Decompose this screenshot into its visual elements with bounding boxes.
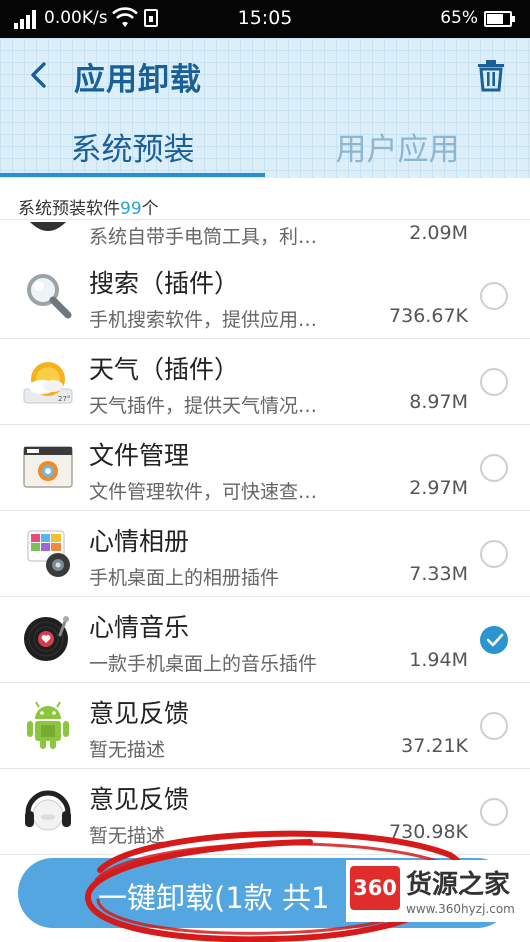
magnifier-icon — [27, 274, 72, 319]
checkmark-icon — [486, 633, 504, 647]
app-description: 暂无描述 — [89, 739, 166, 761]
weather-sun-icon: 27° — [23, 362, 73, 404]
select-radio[interactable] — [480, 368, 508, 396]
active-tab-indicator — [0, 173, 265, 177]
app-size: 1.94M — [409, 649, 468, 671]
app-name: 文件管理 — [89, 441, 190, 470]
status-bar: 0.00K/s 15:05 65% — [0, 0, 530, 38]
app-size: 37.21K — [401, 735, 468, 757]
select-radio[interactable] — [480, 454, 508, 482]
svg-text:27°: 27° — [58, 395, 70, 403]
tab-system-preinstalled[interactable]: 系统预装 — [0, 124, 265, 174]
list-item[interactable]: 27° 天气（插件） 天气插件，提供天气情况… 8.97M — [0, 339, 530, 425]
select-radio[interactable] — [480, 282, 508, 310]
battery-icon — [484, 11, 515, 27]
android-robot-icon — [27, 701, 69, 749]
app-description: 天气插件，提供天气情况… — [89, 395, 318, 417]
page-title: 应用卸载 — [74, 62, 202, 98]
watermark-logo: 360 — [350, 866, 400, 910]
list-summary: 系统预装软件99个 — [0, 178, 530, 220]
watermark-name: 货源之家 — [406, 870, 511, 900]
summary-suffix: 个 — [141, 199, 159, 219]
list-item[interactable]: 搜索（插件） 手机搜索软件，提供应用… 736.67K — [0, 253, 530, 339]
app-name: 心情相册 — [89, 527, 190, 556]
app-description: 系统自带手电筒工具，利… — [89, 226, 318, 248]
list-item[interactable]: 心情相册 手机桌面上的相册插件 7.33M — [0, 511, 530, 597]
select-radio[interactable] — [480, 712, 508, 740]
file-manager-icon — [23, 446, 73, 488]
app-name: 天气（插件） — [89, 355, 240, 384]
summary-label: 系统预装软件 — [18, 199, 120, 219]
list-item[interactable]: 意见反馈 暂无描述 37.21K — [0, 683, 530, 769]
watermark-url: www.360hyzj.com — [406, 902, 515, 916]
tab-user-apps[interactable]: 用户应用 — [265, 124, 530, 174]
select-radio[interactable] — [480, 798, 508, 826]
app-size: 2.09M — [409, 222, 468, 244]
list-item[interactable]: 文件管理 文件管理软件，可快速查… 2.97M — [0, 425, 530, 511]
list-item[interactable]: 系统自带手电筒工具，利… 2.09M — [0, 222, 530, 254]
battery-percent: 65% — [440, 8, 478, 28]
trash-icon[interactable] — [474, 58, 508, 92]
app-name: 搜索（插件） — [89, 269, 240, 298]
back-arrow-icon[interactable] — [22, 58, 56, 92]
music-record-icon — [24, 616, 69, 661]
app-name: 意见反馈 — [89, 699, 190, 728]
app-description: 文件管理软件，可快速查… — [89, 481, 318, 503]
header: 应用卸载 系统预装 用户应用 — [0, 38, 530, 178]
app-description: 手机搜索软件，提供应用… — [89, 309, 318, 331]
app-description: 一款手机桌面上的音乐插件 — [89, 653, 318, 675]
app-count: 99 — [120, 199, 142, 219]
app-name: 心情音乐 — [89, 613, 190, 642]
select-radio[interactable] — [480, 540, 508, 568]
flashlight-icon — [30, 222, 66, 231]
app-size: 736.67K — [389, 305, 468, 327]
photo-album-icon — [27, 530, 70, 577]
watermark: 360 货源之家 www.360hyzj.com — [346, 860, 530, 922]
app-description: 手机桌面上的相册插件 — [89, 567, 280, 589]
app-size: 8.97M — [409, 391, 468, 413]
list-item[interactable]: 心情音乐 一款手机桌面上的音乐插件 1.94M — [0, 597, 530, 683]
app-size: 7.33M — [409, 563, 468, 585]
select-radio-checked[interactable] — [480, 626, 508, 654]
app-size: 2.97M — [409, 477, 468, 499]
